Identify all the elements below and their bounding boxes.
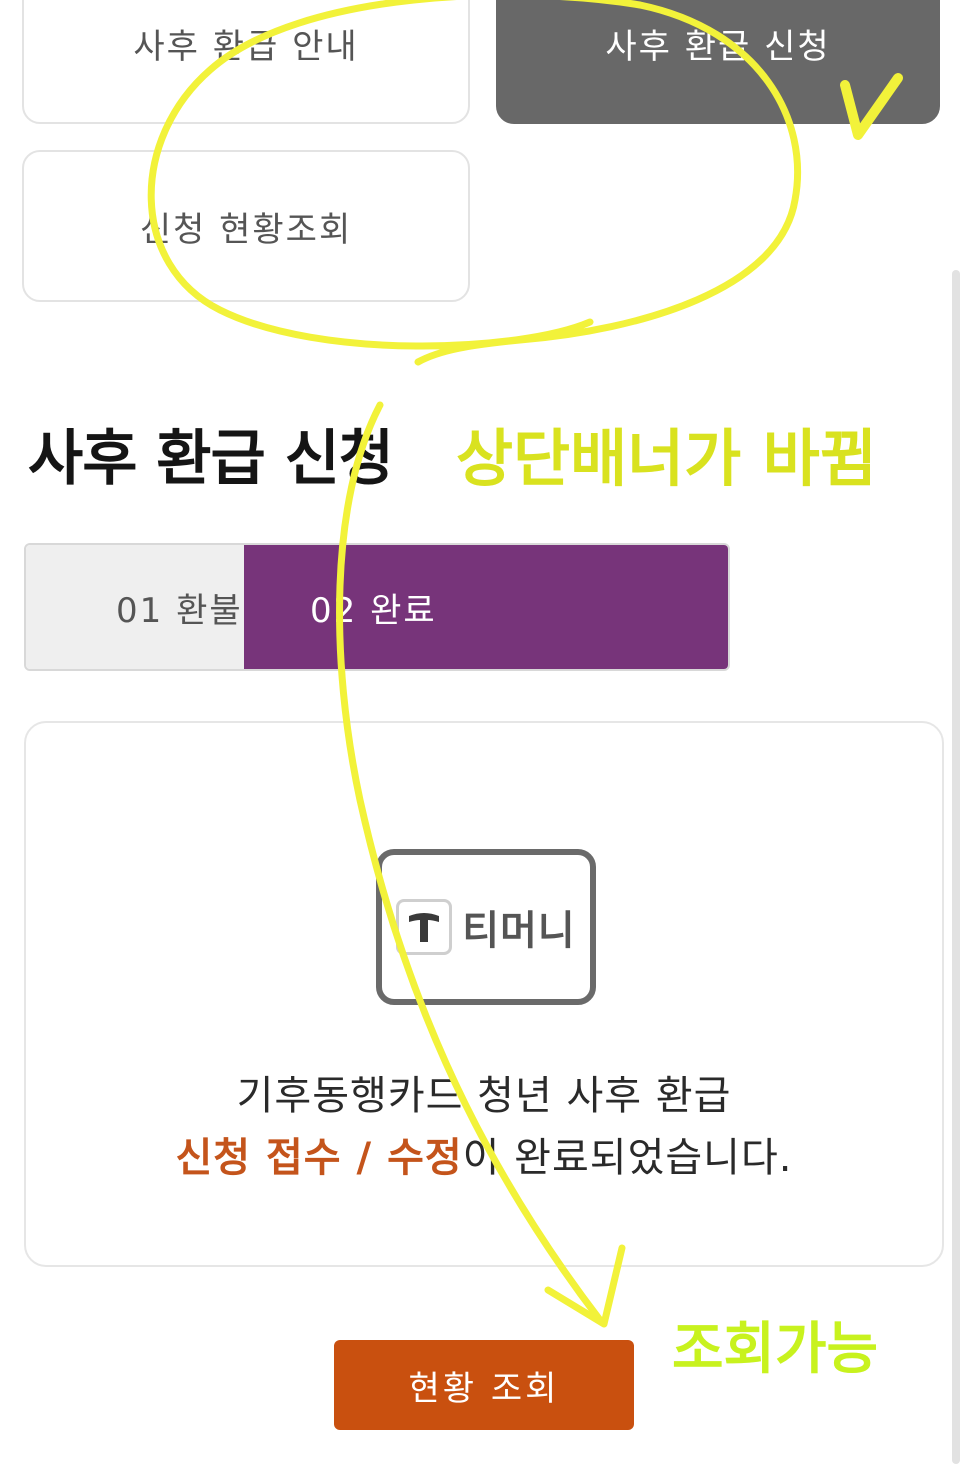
status-inquiry-button[interactable]: 신청 현황조회 xyxy=(22,150,470,302)
refund-apply-label: 사후 환급 신청 xyxy=(605,27,831,67)
refund-guide-button[interactable]: 사후 환급 안내 xyxy=(22,0,470,124)
step-refund: 01 환불 xyxy=(26,545,244,669)
result-card: 티머니 기후동행카드 청년 사후 환급 신청 접수 / 수정이 완료되었습니다. xyxy=(24,721,944,1267)
tmoney-logo: 티머니 xyxy=(376,849,596,1005)
annotation-inquiry-possible: 조회가능 xyxy=(672,1317,878,1382)
result-highlight: 신청 접수 / 수정 xyxy=(175,1135,463,1181)
scrollbar[interactable] xyxy=(952,270,960,1464)
tmoney-t-icon xyxy=(396,899,453,955)
status-inquiry-label: 신청 현황조회 xyxy=(139,209,353,250)
logo-text: 티머니 xyxy=(462,908,576,954)
result-message-line2: 신청 접수 / 수정이 완료되었습니다. xyxy=(26,1125,942,1183)
refund-guide-label: 사후 환급 안내 xyxy=(133,27,359,67)
step-complete: 02 완료 xyxy=(244,545,728,669)
refund-apply-button[interactable]: 사후 환급 신청 xyxy=(496,0,940,124)
result-message-rest: 이 완료되었습니다. xyxy=(462,1135,793,1181)
status-inquiry-submit-button[interactable]: 현황 조회 xyxy=(334,1340,634,1430)
annotation-banner-changed: 상단배너가 바뀜 xyxy=(456,422,877,495)
page-title: 사후 환급 신청 xyxy=(28,424,394,494)
result-message-line1: 기후동행카드 청년 사후 환급 xyxy=(236,1073,732,1119)
step-indicator: 01 환불 02 완료 xyxy=(24,543,730,671)
